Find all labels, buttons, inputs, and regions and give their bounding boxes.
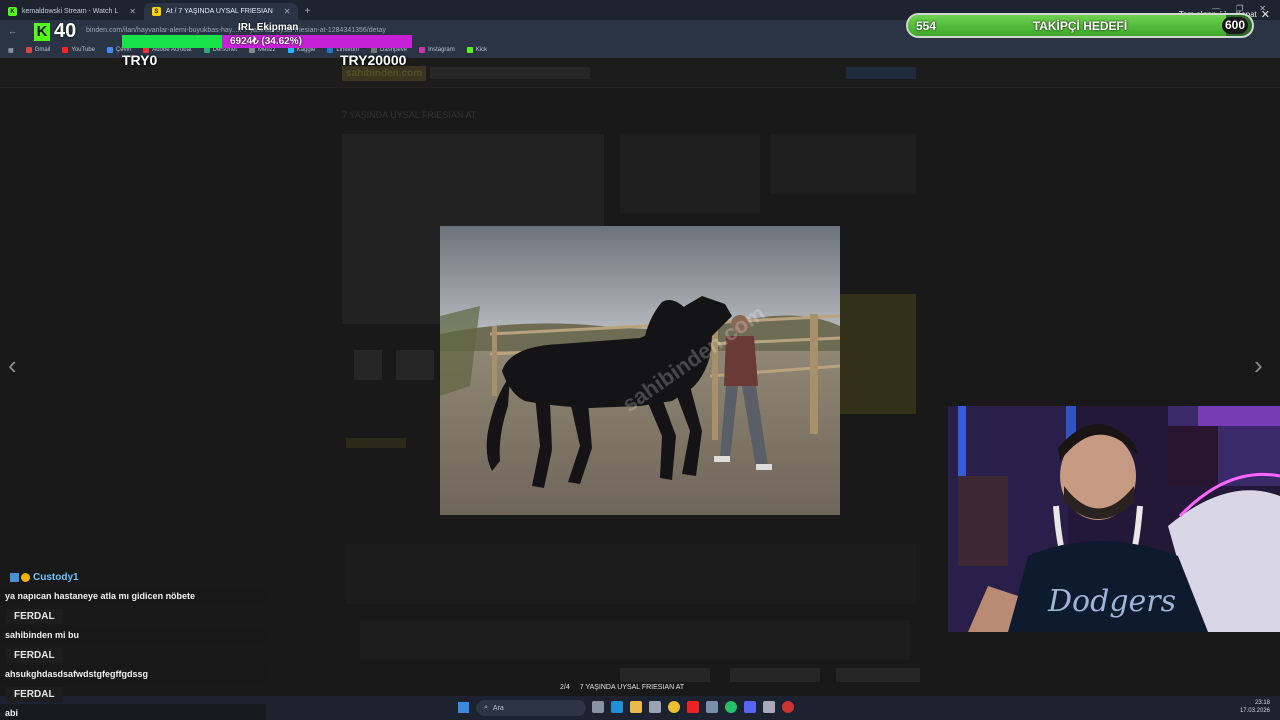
follower-goal-target: 600 [1221, 17, 1248, 34]
close-tab-icon[interactable]: ✕ [284, 7, 291, 16]
kick-icon: K [8, 7, 17, 16]
listing-photo[interactable]: sahibinden.com [440, 226, 840, 515]
mail-icon[interactable] [706, 701, 718, 713]
task-view-icon[interactable] [592, 701, 604, 713]
chrome-icon[interactable] [668, 701, 680, 713]
chat-username: Custody1 [6, 570, 83, 585]
subscriber-badge-icon [10, 572, 19, 582]
next-photo-icon[interactable]: › [1254, 350, 1263, 381]
sahibinden-icon: S [151, 7, 161, 16]
listing-title-dim: 7 YAŞINDA UYSAL FRIESIAN AT [342, 110, 477, 120]
gift-badge-icon [21, 572, 30, 582]
follower-goal-title: TAKİPÇİ HEDEFİ [1032, 19, 1128, 33]
kick-follower-counter: K 40 [34, 20, 76, 43]
site-header: sahibinden.com [0, 58, 1280, 88]
new-tab-button[interactable]: + [298, 6, 316, 20]
follower-goal-bar: 554 TAKİPÇİ HEDEFİ 600 [906, 13, 1254, 38]
webcam-illustration: Dodgers [948, 406, 1280, 632]
edge-icon[interactable] [611, 701, 623, 713]
youtube-icon[interactable] [687, 701, 699, 713]
bookmark-instagram[interactable]: Instagram [419, 47, 455, 53]
horse-photo-illustration [440, 226, 840, 515]
tab-label: At / 7 YAŞINDA UYSAL FRIESIAN [165, 8, 273, 15]
apps-icon[interactable]: ▦ [8, 47, 14, 54]
donation-goal-target: TRY20000 [340, 52, 407, 68]
photo-status-bar: 2/4 7 YAŞINDA UYSAL FRIESIAN AT [560, 684, 684, 691]
chat-message: ahsukghdasdsafwdstgfegffgdssg [0, 665, 266, 683]
taskbar-search-placeholder: Ara [492, 704, 504, 712]
obs-icon[interactable] [782, 701, 794, 713]
chat-username: FERDAL [6, 609, 63, 624]
chat-message: sahibinden mi bu [0, 626, 266, 644]
bookmark-youtube[interactable]: YouTube [62, 47, 95, 53]
taskbar-apps [592, 701, 794, 713]
screen: K kemaldowski Stream - Watch L ✕ S At / … [0, 0, 1280, 720]
kick-logo-icon: K [34, 22, 50, 41]
system-tray[interactable]: 23:18 17.03.2026 [1240, 699, 1270, 715]
chat-message: abi [0, 704, 266, 720]
kick-count-value: 40 [54, 20, 77, 42]
whatsapp-icon[interactable] [725, 701, 737, 713]
tab-kick-stream[interactable]: K kemaldowski Stream - Watch L ✕ [0, 3, 144, 20]
prev-photo-icon[interactable]: ‹ [8, 350, 17, 381]
close-icon: ✕ [1260, 9, 1270, 21]
tab-sahibinden[interactable]: S At / 7 YAŞINDA UYSAL FRIESIAN ✕ [143, 3, 299, 20]
file-explorer-icon[interactable] [630, 701, 642, 713]
chat-message: ya napıcan hastaneye atla mı gidicen nöb… [0, 587, 266, 605]
start-icon[interactable] [458, 702, 469, 713]
photo-caption: 7 YAŞINDA UYSAL FRIESIAN AT [579, 684, 685, 691]
chat-username: FERDAL [6, 648, 63, 663]
app-icon[interactable] [763, 701, 775, 713]
tab-label: kemaldowski Stream - Watch L [22, 8, 119, 15]
search-icon: ⌕ [484, 704, 488, 711]
taskbar-search[interactable]: ⌕ Ara [476, 700, 586, 716]
discord-icon[interactable] [744, 701, 756, 713]
clock-date: 17.03.2026 [1239, 708, 1270, 714]
photo-counter: 2/4 [560, 684, 570, 691]
donation-goal-fill [122, 35, 223, 48]
donation-goal-title: IRL Ekipman [238, 22, 299, 33]
bookmark-kick[interactable]: Kick [466, 47, 487, 53]
store-icon[interactable] [649, 701, 661, 713]
webcam-feed: Dodgers [948, 406, 1280, 632]
svg-text:Dodgers: Dodgers [1047, 584, 1176, 619]
site-logo[interactable]: sahibinden.com [342, 66, 427, 81]
chat-overlay: Custody1 ya napıcan hastaneye atla mı gi… [0, 566, 266, 720]
bookmark-gmail[interactable]: Gmail [25, 47, 50, 53]
clock-time: 23:18 [1254, 700, 1270, 706]
back-icon[interactable]: ← [8, 26, 17, 36]
donation-goal-start: TRY0 [122, 52, 158, 68]
chat-username: FERDAL [6, 687, 63, 702]
close-tab-icon[interactable]: ✕ [129, 7, 136, 16]
donation-goal-text: 6924₺ (34.62%) [230, 36, 302, 47]
